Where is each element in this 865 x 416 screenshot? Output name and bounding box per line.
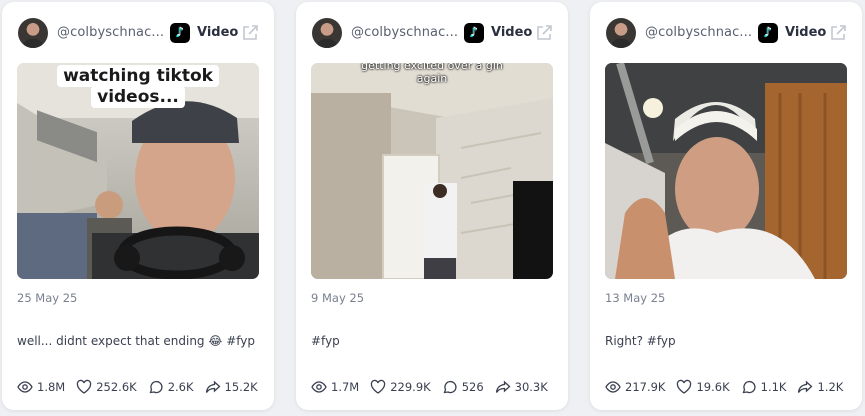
video-thumbnail[interactable]: watching tiktok videos... [17, 63, 259, 279]
comment-icon [149, 380, 163, 394]
comments-count: 2.6K [167, 380, 194, 394]
video-thumbnail[interactable] [605, 63, 847, 279]
creator-handle[interactable]: @colbyschnac... [57, 25, 164, 40]
likes-count: 229.9K [390, 380, 431, 394]
heart-icon [371, 379, 386, 394]
content-type-label: Video [491, 25, 533, 40]
engagement-stats: 217.9K 19.6K 1.1K 1.2K [605, 378, 854, 396]
likes-count: 19.6K [696, 380, 730, 394]
creator-handle[interactable]: @colbyschnac... [645, 25, 752, 40]
eye-icon [605, 381, 621, 393]
avatar[interactable] [18, 18, 48, 48]
engagement-stats: 1.7M 229.9K 526 30.3K [311, 378, 559, 396]
post-description: Right? #fyp [605, 334, 676, 348]
tiktok-icon: ♪ [758, 23, 778, 43]
external-link-icon[interactable] [535, 24, 553, 42]
likes-count: 252.6K [96, 380, 137, 394]
views-stat: 1.8M [17, 379, 65, 395]
comments-stat: 526 [442, 379, 484, 395]
video-card[interactable]: @colbyschnac... ♪ Video [296, 2, 568, 410]
external-link-icon[interactable] [829, 24, 847, 42]
video-card-grid: @colbyschnac... ♪ Video [0, 0, 865, 416]
post-date: 25 May 25 [17, 291, 78, 305]
tiktok-icon: ♪ [464, 23, 484, 43]
comments-stat: 1.1K [741, 379, 787, 395]
likes-stat: 229.9K [370, 379, 431, 395]
views-count: 217.9K [625, 380, 666, 394]
video-thumbnail[interactable]: getting excited over a gin again [311, 63, 553, 279]
card-header: @colbyschnac... ♪ Video [590, 2, 862, 64]
share-icon [205, 380, 221, 393]
comment-icon [443, 380, 457, 394]
comment-icon [742, 380, 756, 394]
comments-count: 1.1K [760, 380, 787, 394]
share-icon [798, 380, 813, 393]
shares-count: 1.2K [817, 380, 844, 394]
post-date: 13 May 25 [605, 291, 666, 305]
tiktok-icon: ♪ [170, 23, 190, 43]
share-icon [495, 380, 511, 393]
creator-handle[interactable]: @colbyschnac... [351, 25, 458, 40]
post-description: well... didnt expect that ending 😂 #fyp [17, 334, 255, 348]
avatar[interactable] [312, 18, 342, 48]
comments-count: 526 [461, 380, 484, 394]
content-type-label: Video [785, 25, 827, 40]
shares-count: 15.2K [224, 380, 258, 394]
eye-icon [17, 381, 33, 393]
thumbnail-caption-line: videos... [91, 86, 185, 108]
comments-stat: 2.6K [148, 379, 194, 395]
heart-icon [677, 379, 692, 394]
shares-stat: 30.3K [495, 379, 548, 395]
eye-icon [311, 381, 327, 393]
thumbnail-caption-line: again [416, 72, 448, 85]
likes-stat: 252.6K [76, 379, 137, 395]
content-type-label: Video [197, 25, 239, 40]
external-link-icon[interactable] [241, 24, 259, 42]
engagement-stats: 1.8M 252.6K 2.6K 15.2K [17, 378, 269, 396]
video-card[interactable]: @colbyschnac... ♪ Video [590, 2, 862, 410]
shares-stat: 15.2K [205, 379, 258, 395]
shares-count: 30.3K [514, 380, 548, 394]
thumbnail-caption-overlay: getting excited over a gin again [311, 63, 553, 85]
card-header: @colbyschnac... ♪ Video [2, 2, 274, 64]
views-count: 1.8M [37, 380, 66, 394]
card-header: @colbyschnac... ♪ Video [296, 2, 568, 64]
thumbnail-caption-line: watching tiktok [57, 65, 219, 87]
views-stat: 1.7M [311, 379, 359, 395]
heart-icon [77, 379, 92, 394]
shares-stat: 1.2K [797, 379, 843, 395]
video-card[interactable]: @colbyschnac... ♪ Video [2, 2, 274, 410]
thumbnail-caption-overlay: watching tiktok videos... [17, 65, 259, 108]
views-stat: 217.9K [605, 379, 665, 395]
thumbnail-caption-line: getting excited over a gin [361, 63, 503, 72]
views-count: 1.7M [331, 380, 360, 394]
post-description: #fyp [311, 334, 340, 348]
likes-stat: 19.6K [676, 379, 730, 395]
avatar[interactable] [606, 18, 636, 48]
post-date: 9 May 25 [311, 291, 365, 305]
